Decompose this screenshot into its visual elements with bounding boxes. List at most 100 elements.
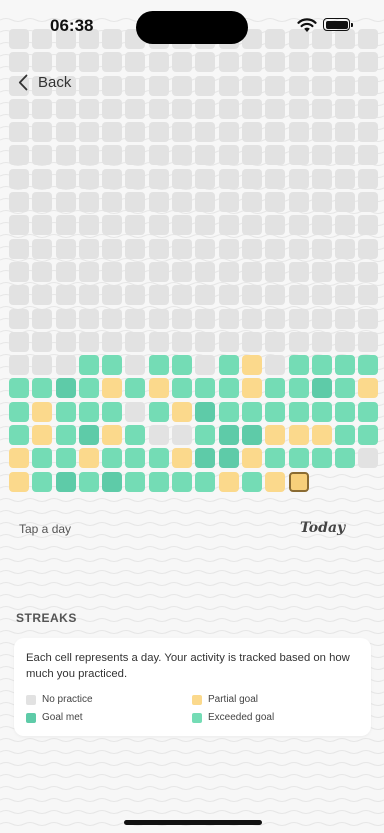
day-cell (265, 308, 286, 329)
day-cell (32, 261, 53, 282)
day-cell[interactable] (218, 401, 239, 422)
day-cell[interactable] (55, 425, 76, 446)
day-cell[interactable] (148, 448, 169, 469)
today-cell[interactable] (288, 471, 309, 492)
day-cell[interactable] (195, 471, 216, 492)
day-cell[interactable] (32, 425, 53, 446)
day-cell[interactable] (172, 401, 193, 422)
day-cell (102, 308, 123, 329)
day-cell[interactable] (311, 378, 332, 399)
day-cell[interactable] (55, 401, 76, 422)
day-cell[interactable] (195, 401, 216, 422)
day-cell[interactable] (102, 425, 123, 446)
day-cell[interactable] (55, 448, 76, 469)
day-cell[interactable] (102, 378, 123, 399)
day-cell[interactable] (288, 425, 309, 446)
day-cell[interactable] (172, 471, 193, 492)
day-cell[interactable] (125, 378, 146, 399)
day-cell[interactable] (265, 401, 286, 422)
day-cell[interactable] (218, 378, 239, 399)
day-cell[interactable] (288, 448, 309, 469)
day-cell (335, 331, 356, 352)
day-cell[interactable] (218, 448, 239, 469)
day-cell[interactable] (102, 401, 123, 422)
day-cell (125, 75, 146, 96)
day-cell (102, 192, 123, 213)
day-cell[interactable] (311, 448, 332, 469)
day-cell[interactable] (358, 355, 379, 376)
day-cell (195, 52, 216, 73)
day-cell[interactable] (311, 425, 332, 446)
day-cell[interactable] (125, 425, 146, 446)
day-cell[interactable] (78, 355, 99, 376)
day-cell[interactable] (195, 448, 216, 469)
day-cell[interactable] (148, 471, 169, 492)
day-cell[interactable] (195, 425, 216, 446)
day-cell (335, 285, 356, 306)
day-cell[interactable] (125, 448, 146, 469)
day-cell[interactable] (335, 425, 356, 446)
day-cell[interactable] (55, 378, 76, 399)
day-cell[interactable] (172, 378, 193, 399)
day-cell[interactable] (172, 355, 193, 376)
day-cell[interactable] (9, 378, 29, 399)
day-cell[interactable] (265, 378, 286, 399)
day-cell[interactable] (32, 471, 53, 492)
day-cell[interactable] (335, 355, 356, 376)
day-cell[interactable] (265, 471, 286, 492)
day-cell[interactable] (241, 378, 262, 399)
back-button[interactable]: Back (18, 70, 71, 94)
day-cell (241, 98, 262, 119)
day-cell[interactable] (218, 471, 239, 492)
day-cell[interactable] (125, 471, 146, 492)
day-cell[interactable] (311, 401, 332, 422)
day-cell[interactable] (241, 401, 262, 422)
day-cell[interactable] (78, 448, 99, 469)
day-cell[interactable] (358, 401, 379, 422)
day-cell[interactable] (78, 401, 99, 422)
day-cell[interactable] (218, 425, 239, 446)
day-cell[interactable] (32, 448, 53, 469)
day-cell[interactable] (311, 355, 332, 376)
day-cell[interactable] (9, 471, 29, 492)
day-cell (218, 238, 239, 259)
day-cell[interactable] (32, 378, 53, 399)
day-cell[interactable] (195, 378, 216, 399)
day-cell (78, 122, 99, 143)
day-cell[interactable] (55, 471, 76, 492)
day-cell[interactable] (78, 378, 99, 399)
day-cell (195, 75, 216, 96)
day-cell[interactable] (148, 378, 169, 399)
day-cell (32, 145, 53, 166)
day-cell[interactable] (241, 448, 262, 469)
day-cell[interactable] (78, 471, 99, 492)
day-cell[interactable] (335, 401, 356, 422)
day-cell[interactable] (358, 425, 379, 446)
day-cell[interactable] (218, 355, 239, 376)
day-cell[interactable] (288, 378, 309, 399)
day-cell[interactable] (288, 355, 309, 376)
day-cell[interactable] (9, 425, 29, 446)
day-cell[interactable] (358, 378, 379, 399)
day-cell[interactable] (241, 355, 262, 376)
day-cell[interactable] (78, 425, 99, 446)
day-cell[interactable] (9, 448, 29, 469)
day-cell[interactable] (241, 471, 262, 492)
day-cell[interactable] (335, 378, 356, 399)
day-cell (218, 145, 239, 166)
day-cell[interactable] (172, 448, 193, 469)
day-cell[interactable] (241, 425, 262, 446)
day-cell[interactable] (102, 448, 123, 469)
day-cell[interactable] (102, 471, 123, 492)
day-cell (172, 52, 193, 73)
day-cell[interactable] (32, 401, 53, 422)
day-cell[interactable] (102, 355, 123, 376)
day-cell[interactable] (148, 355, 169, 376)
day-cell[interactable] (265, 448, 286, 469)
day-cell[interactable] (9, 401, 29, 422)
day-cell[interactable] (265, 425, 286, 446)
day-cell (172, 98, 193, 119)
day-cell[interactable] (148, 401, 169, 422)
day-cell[interactable] (288, 401, 309, 422)
day-cell[interactable] (335, 448, 356, 469)
